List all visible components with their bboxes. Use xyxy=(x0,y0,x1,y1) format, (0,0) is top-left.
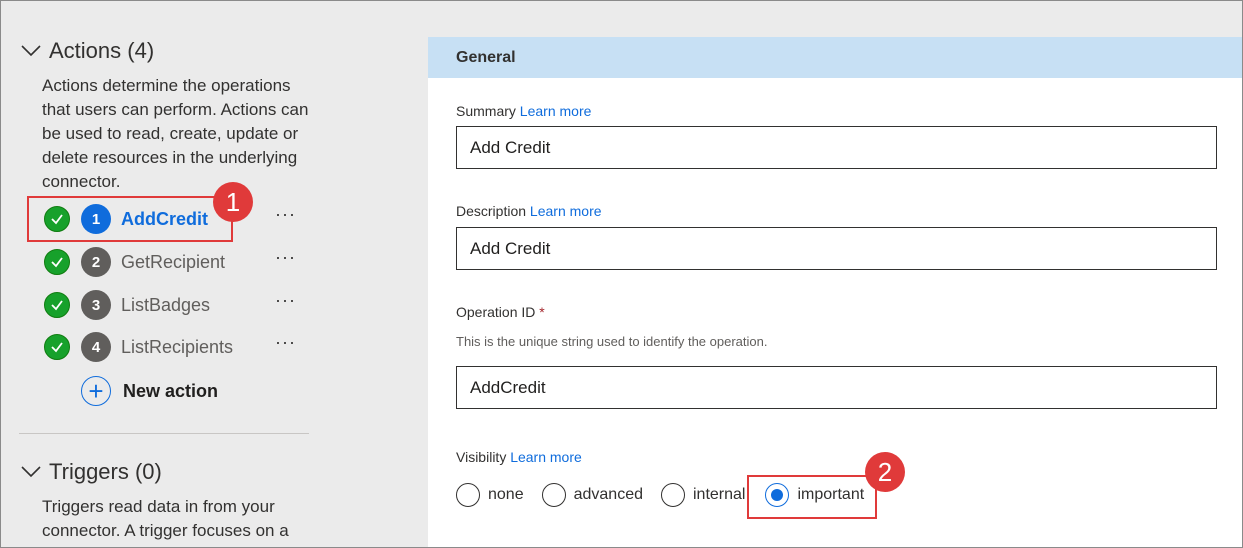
action-item-addcredit[interactable]: 1 AddCredit ··· xyxy=(44,202,304,236)
action-number: 2 xyxy=(81,247,111,277)
visibility-radio-group: none advanced internal important xyxy=(456,483,882,507)
radio-circle-selected xyxy=(765,483,790,507)
action-name: ListRecipients xyxy=(121,336,234,357)
section-divider xyxy=(19,433,309,434)
visibility-radio-internal[interactable]: internal xyxy=(660,483,746,507)
check-icon xyxy=(44,292,70,318)
summary-label-text: Summary xyxy=(456,103,516,119)
action-name: GetRecipient xyxy=(121,251,226,272)
description-label-text: Description xyxy=(456,203,527,219)
radio-label: advanced xyxy=(573,486,643,503)
actions-section-title: Actions (4) xyxy=(49,38,155,63)
operation-id-label-text: Operation ID xyxy=(456,304,536,320)
actions-section-header[interactable]: Actions (4) xyxy=(19,38,154,64)
action-name: AddCredit xyxy=(121,208,208,229)
visibility-radio-none[interactable]: none xyxy=(456,483,524,507)
radio-label: important xyxy=(797,486,865,503)
radio-circle xyxy=(660,483,685,507)
summary-learn-more-link[interactable]: Learn more xyxy=(520,103,592,119)
plus-icon: + xyxy=(81,376,111,406)
action-item-listbadges[interactable]: 3 ListBadges ··· xyxy=(44,288,304,322)
more-options-icon[interactable]: ··· xyxy=(275,247,296,268)
radio-label: internal xyxy=(692,486,746,503)
radio-circle xyxy=(541,483,566,507)
actions-description: Actions determine the operations that us… xyxy=(42,76,309,191)
check-icon xyxy=(44,249,70,275)
action-number: 3 xyxy=(81,290,111,320)
general-header: General xyxy=(428,37,1242,78)
required-mark: * xyxy=(539,304,545,320)
description-learn-more-link[interactable]: Learn more xyxy=(530,203,602,219)
triggers-section-title: Triggers (0) xyxy=(49,459,162,484)
operation-id-label: Operation ID * xyxy=(456,304,545,320)
new-action-button[interactable]: + New action xyxy=(81,376,218,406)
operation-id-help: This is the unique string used to identi… xyxy=(456,334,768,349)
check-icon xyxy=(44,334,70,360)
radio-circle xyxy=(456,483,480,507)
action-number: 1 xyxy=(81,204,111,234)
action-number: 4 xyxy=(81,332,111,362)
more-options-icon[interactable]: ··· xyxy=(275,290,296,311)
visibility-label: Visibility Learn more xyxy=(456,449,582,465)
summary-input[interactable]: Add Credit xyxy=(456,126,1217,169)
visibility-label-text: Visibility xyxy=(456,449,507,465)
visibility-radio-important[interactable]: important xyxy=(765,483,864,507)
new-action-label: New action xyxy=(123,380,219,401)
visibility-radio-advanced[interactable]: advanced xyxy=(541,483,643,507)
callout-badge-1: 1 xyxy=(213,182,253,222)
triggers-section-header[interactable]: Triggers (0) xyxy=(19,459,162,485)
operation-id-input[interactable]: AddCredit xyxy=(456,366,1217,409)
check-icon xyxy=(44,206,70,232)
visibility-learn-more-link[interactable]: Learn more xyxy=(510,449,582,465)
radio-label: none xyxy=(488,486,524,503)
summary-label: Summary Learn more xyxy=(456,103,591,119)
description-label: Description Learn more xyxy=(456,203,602,219)
description-input[interactable]: Add Credit xyxy=(456,227,1217,270)
action-item-listrecipients[interactable]: 4 ListRecipients ··· xyxy=(44,330,304,364)
more-options-icon[interactable]: ··· xyxy=(275,204,296,225)
action-name: ListBadges xyxy=(121,294,211,315)
callout-badge-2: 2 xyxy=(865,452,905,492)
chevron-down-icon xyxy=(21,45,41,57)
general-panel: General Summary Learn more Add Credit De… xyxy=(428,37,1242,548)
radio-dot xyxy=(771,489,784,501)
chevron-down-icon xyxy=(21,466,41,478)
triggers-description: Triggers read data in from your connecto… xyxy=(42,497,289,540)
action-item-getrecipient[interactable]: 2 GetRecipient ··· xyxy=(44,245,304,279)
more-options-icon[interactable]: ··· xyxy=(275,332,296,353)
left-panel: Actions (4) Actions determine the operat… xyxy=(0,0,420,548)
